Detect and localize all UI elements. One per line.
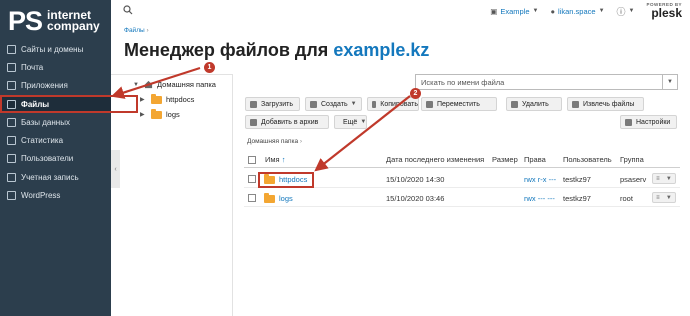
annotation-badge-2: 2 [410,88,421,99]
annotation-badge-1: 1 [204,62,215,73]
annotation-arrows [110,66,411,172]
arrow-1 [110,66,201,99]
arrow-2 [314,95,411,172]
